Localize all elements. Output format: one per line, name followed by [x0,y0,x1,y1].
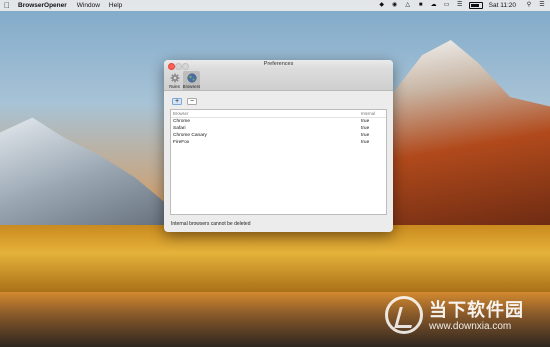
internal-cell: true [361,133,370,138]
menu-window[interactable]: Window [77,2,100,9]
table-row[interactable]: Chrome Canary true [171,132,386,139]
cloud-icon[interactable]: ☁ [430,2,438,9]
bell-icon[interactable]: △ [404,2,412,9]
airplay-icon[interactable]: ▭ [443,2,451,9]
battery-icon[interactable] [468,2,483,9]
table-row[interactable]: FireFox true [171,139,386,146]
dropbox-icon[interactable]: ◆ [378,2,386,9]
wifi-icon[interactable]: ☰ [456,2,464,9]
preferences-window: Preferences Rules Browsers + − Browser I… [164,60,393,232]
eye-icon[interactable]: ◉ [391,2,399,9]
browser-name-cell: Safari [173,126,186,131]
site-watermark: 当下软件园 www.downxia.com [385,294,545,339]
internal-cell: true [361,140,370,145]
add-remove-controls: + − [172,98,202,105]
tab-rules-label: Rules [169,84,180,89]
notification-icon[interactable]: ■ [417,2,425,9]
table-header: Browser Internal [171,110,386,118]
browsers-table: Browser Internal Chrome true Safari true… [170,109,387,215]
internal-browsers-note: Internal browsers cannot be deleted [171,221,251,227]
watermark-title: 当下软件园 [429,300,524,320]
browsers-pane: + − Browser Internal Chrome true Safari … [164,91,393,232]
apple-icon[interactable]:  [4,1,12,10]
tab-browsers[interactable]: Browsers [183,71,200,90]
remove-browser-button[interactable]: − [187,98,197,105]
menu-help[interactable]: Help [109,2,122,9]
menu-extras: ◆ ◉ △ ■ ☁ ▭ ☰ Sat 11:20 ⚲ ☰ [373,2,546,9]
column-header-internal[interactable]: Internal [361,111,386,116]
tab-browsers-label: Browsers [182,84,201,89]
column-header-browser[interactable]: Browser [171,111,361,116]
desktop-mountain-right [390,40,550,230]
menu-bar:  BrowserOpener Window Help ◆ ◉ △ ■ ☁ ▭ … [0,0,550,11]
add-browser-button[interactable]: + [172,98,182,105]
menu-app-name[interactable]: BrowserOpener [18,2,67,9]
table-row[interactable]: Chrome true [171,118,386,125]
browser-name-cell: FireFox [173,140,190,145]
menu-clock[interactable]: Sat 11:20 [489,2,516,9]
globe-icon [187,73,196,83]
window-titlebar[interactable]: Preferences [164,60,393,70]
menu-list-icon[interactable]: ☰ [538,2,546,9]
browser-name-cell: Chrome [173,119,191,124]
desktop-foliage [0,225,550,295]
window-title: Preferences [263,61,294,67]
internal-cell: true [361,126,370,131]
watermark-url: www.downxia.com [429,321,512,332]
tab-rules[interactable]: Rules [166,71,183,90]
browser-name-cell: Chrome Canary [173,133,207,138]
watermark-logo-icon [385,296,423,334]
gear-icon [170,73,179,83]
table-row[interactable]: Safari true [171,125,386,132]
search-icon[interactable]: ⚲ [525,2,533,9]
internal-cell: true [361,119,370,124]
preferences-toolbar: Rules Browsers [164,70,393,91]
